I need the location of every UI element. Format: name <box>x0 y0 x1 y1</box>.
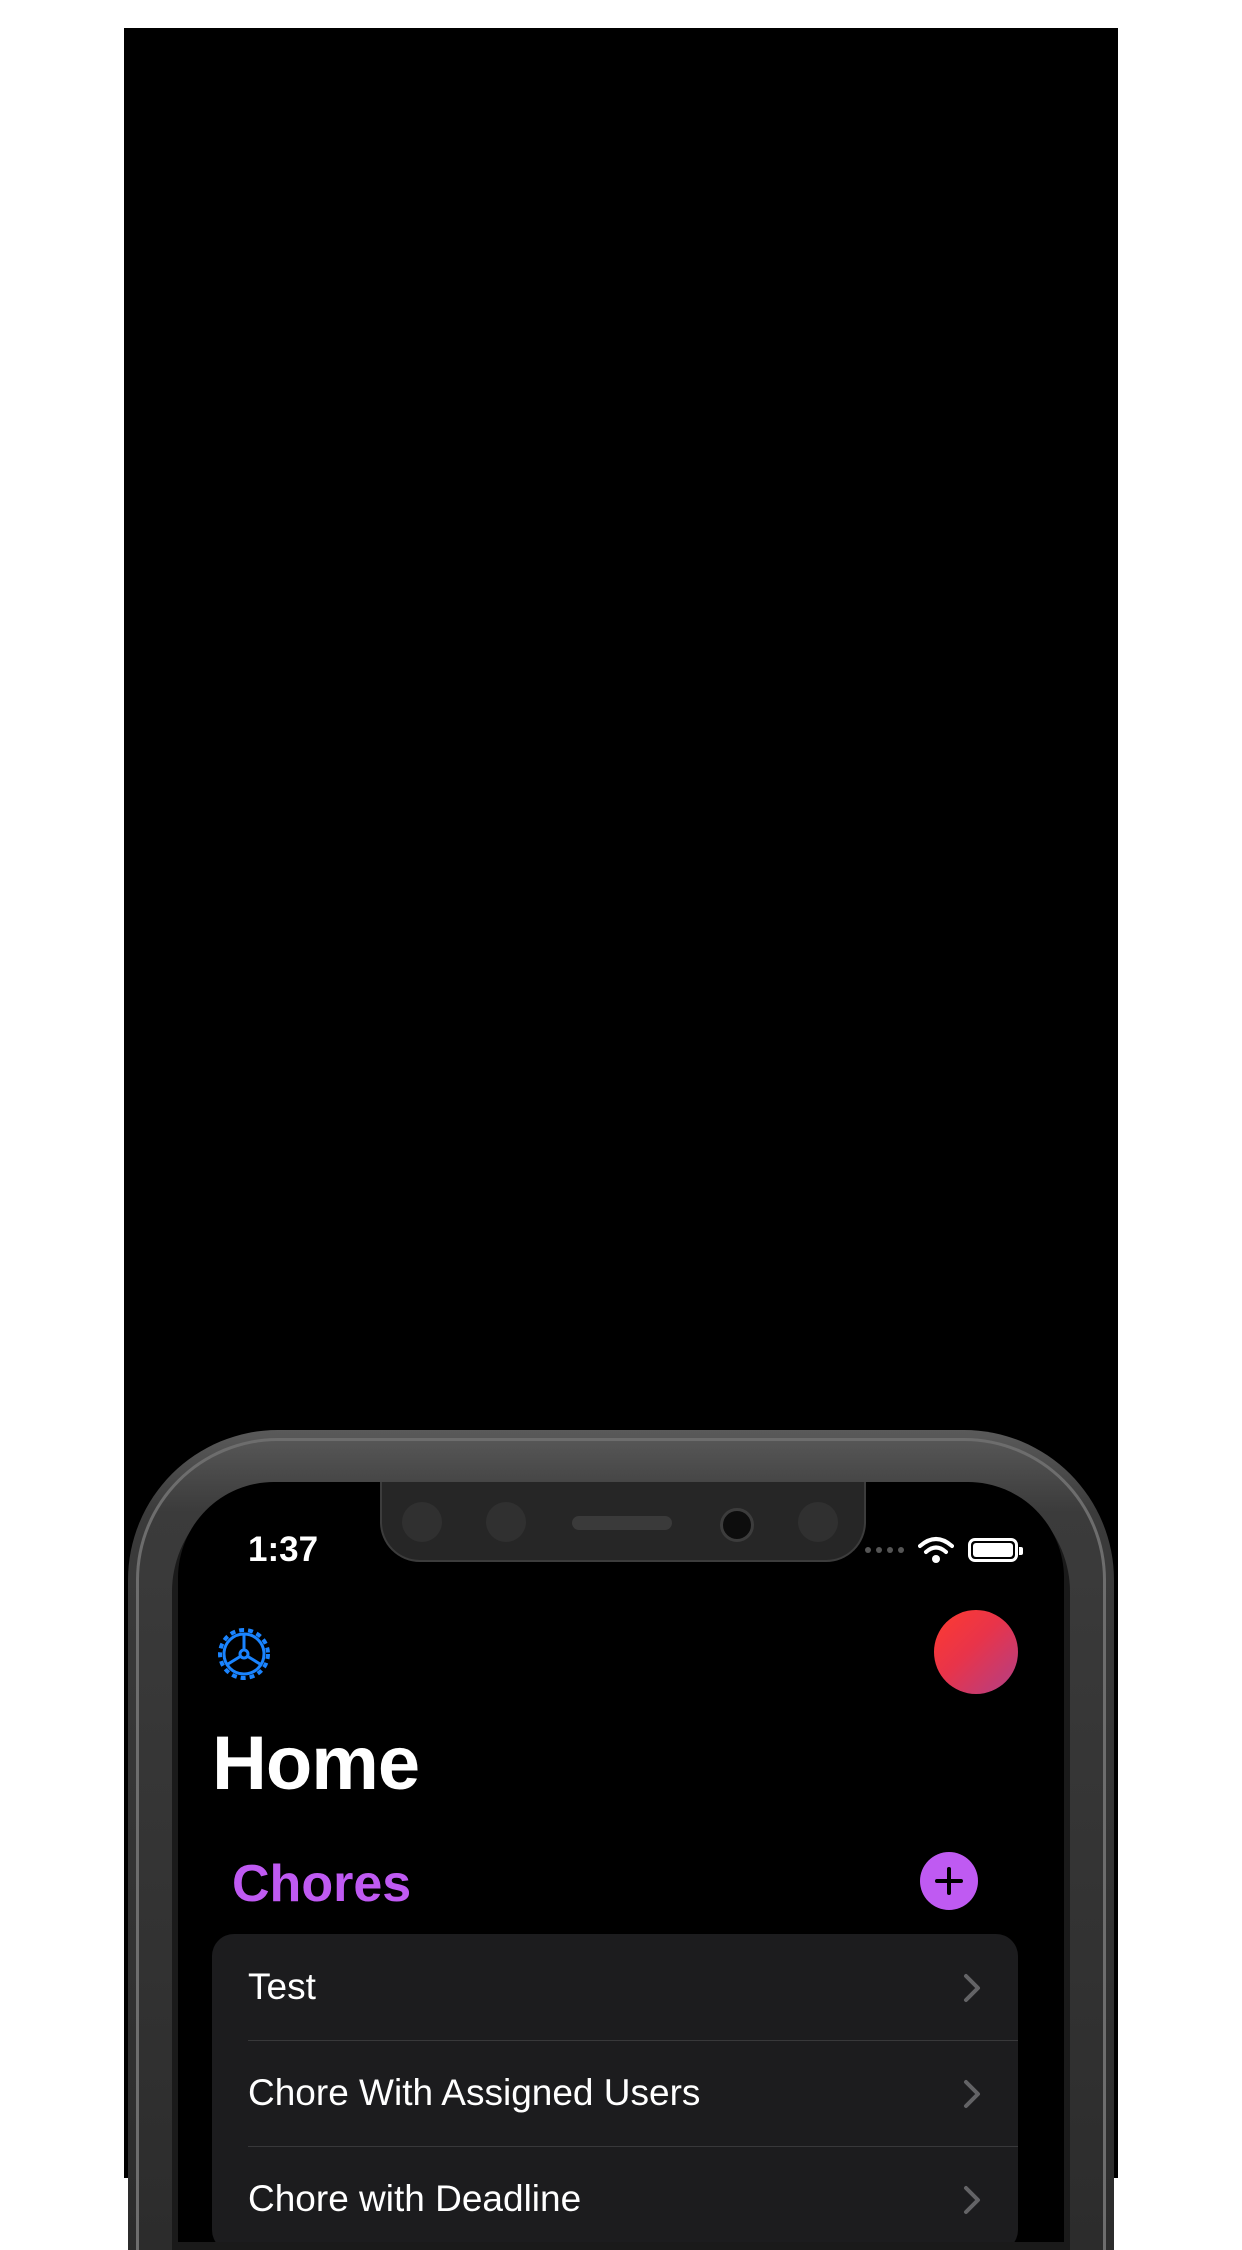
chevron-right-icon <box>964 2080 980 2108</box>
app-screen: 1:37 Home Chores Test Chore With Assigne… <box>178 1482 1064 2242</box>
speaker-grille <box>572 1516 672 1530</box>
device-notch <box>380 1482 866 1562</box>
wifi-icon <box>918 1537 954 1563</box>
list-item[interactable]: Test <box>212 1934 1018 2040</box>
page-title: Home <box>212 1721 420 1806</box>
list-item-label: Chore With Assigned Users <box>248 2072 701 2113</box>
chevron-right-icon <box>964 1974 980 2002</box>
settings-button[interactable] <box>214 1624 274 1684</box>
list-item[interactable]: Chore With Assigned Users <box>212 2040 1018 2146</box>
chores-section-title: Chores <box>232 1855 412 1913</box>
chores-list: Test Chore With Assigned Users Chore wit… <box>212 1934 1018 2242</box>
list-item-label: Test <box>248 1966 316 2007</box>
gear-icon <box>218 1628 270 1680</box>
chevron-right-icon <box>964 2186 980 2214</box>
profile-avatar[interactable] <box>934 1610 1018 1694</box>
sensor-dot <box>486 1502 526 1542</box>
list-item[interactable]: Chore with Deadline <box>212 2146 1018 2242</box>
status-time: 1:37 <box>248 1530 319 1569</box>
status-indicators <box>865 1536 1023 1564</box>
front-camera <box>720 1508 754 1542</box>
list-item-label: Chore with Deadline <box>248 2178 582 2219</box>
sensor-dot <box>798 1502 838 1542</box>
plus-icon <box>935 1867 963 1895</box>
signal-icon <box>865 1547 904 1553</box>
sensor-dot <box>402 1502 442 1542</box>
add-chore-button[interactable] <box>920 1852 978 1910</box>
battery-icon <box>968 1538 1023 1562</box>
